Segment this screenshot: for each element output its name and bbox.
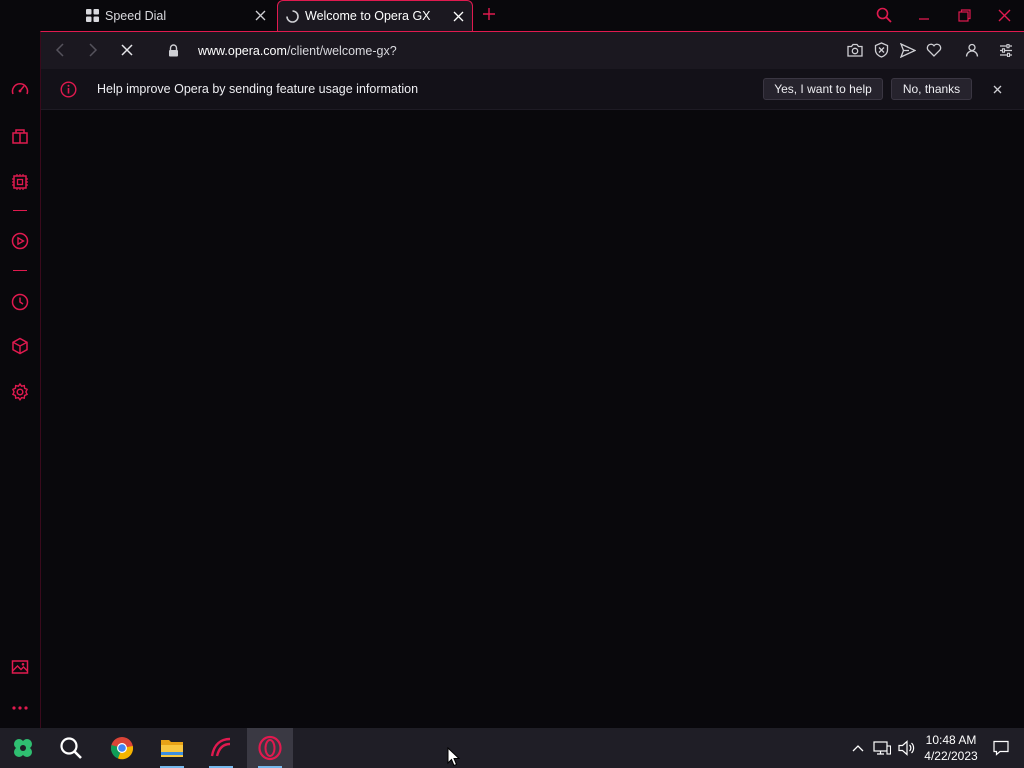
speed-dial-grid-icon [85, 9, 99, 23]
action-center-notification-icon[interactable] [992, 739, 1010, 757]
clock-date: 4/22/2023 [924, 749, 978, 763]
search-icon[interactable] [48, 728, 94, 768]
feature-usage-infobar: Help improve Opera by sending feature us… [41, 69, 1024, 110]
more-dots-icon[interactable] [8, 696, 32, 720]
profile-icon[interactable] [963, 41, 981, 59]
settings-gear-icon[interactable] [8, 380, 32, 404]
close-tab-icon[interactable] [252, 8, 268, 24]
lock-icon[interactable] [166, 44, 180, 58]
forward-icon[interactable] [83, 40, 103, 60]
file-explorer-icon[interactable] [149, 728, 195, 768]
url-path: /client/welcome-gx? [286, 43, 397, 58]
opera-gx-icon[interactable] [247, 728, 293, 768]
sidebar-divider [13, 270, 27, 271]
start-icon[interactable] [0, 728, 46, 768]
stop-loading-icon[interactable] [117, 40, 137, 60]
screen: Speed Dial Welcome to Opera GX www.opera… [0, 0, 1024, 768]
tab-strip: Speed Dial Welcome to Opera GX [0, 0, 1024, 31]
tab-speed-dial[interactable]: Speed Dial [78, 0, 274, 31]
minimize-icon[interactable] [913, 4, 935, 26]
camera-snapshot-icon[interactable] [846, 41, 864, 59]
clock-time: 10:48 AM [925, 733, 977, 747]
bookmark-heart-icon[interactable] [925, 41, 943, 59]
easy-setup-sliders-icon[interactable] [997, 41, 1015, 59]
infobar-message: Help improve Opera by sending feature us… [97, 82, 419, 96]
tab-welcome-opera-gx[interactable]: Welcome to Opera GX [277, 0, 473, 31]
page-content-area[interactable] [41, 111, 1024, 729]
gx-corner-icon[interactable] [198, 728, 244, 768]
back-icon[interactable] [50, 40, 70, 60]
new-tab-plus-icon[interactable] [480, 5, 498, 23]
player-icon[interactable] [8, 229, 32, 253]
chrome-icon[interactable] [99, 728, 145, 768]
restore-icon[interactable] [953, 4, 975, 26]
url-text: www.opera.com/client/welcome-gx? [198, 44, 397, 58]
snapshot-gallery-icon[interactable] [8, 655, 32, 679]
gx-store-icon[interactable] [8, 124, 32, 148]
tab-search-icon[interactable] [873, 4, 895, 26]
network-icon[interactable] [873, 739, 891, 757]
mouse-cursor-icon [447, 747, 460, 767]
gx-sidebar [0, 0, 40, 728]
tab-title: Welcome to Opera GX [305, 9, 431, 23]
gx-cpu-icon[interactable] [8, 170, 32, 194]
gx-control-icon[interactable] [8, 78, 32, 102]
address-bar[interactable]: www.opera.com/client/welcome-gx? [166, 32, 397, 69]
no-thanks-button[interactable]: No, thanks [891, 78, 972, 100]
accept-help-button[interactable]: Yes, I want to help [763, 78, 883, 100]
system-clock[interactable]: 10:48 AM 4/22/2023 [920, 732, 982, 764]
url-host: www.opera.com [198, 43, 287, 58]
ad-blocker-shield-icon[interactable] [872, 41, 890, 59]
send-share-icon[interactable] [899, 41, 917, 59]
loading-spinner-icon [285, 9, 299, 23]
close-infobar-icon[interactable] [990, 82, 1004, 96]
sidebar-divider [13, 210, 27, 211]
close-window-icon[interactable] [993, 4, 1015, 26]
history-icon[interactable] [8, 290, 32, 314]
browser-frame: www.opera.com/client/welcome-gx? Help im… [40, 31, 1024, 729]
tab-title: Speed Dial [105, 8, 167, 23]
show-hidden-icons-chevron-icon[interactable] [849, 739, 867, 757]
extensions-cube-icon[interactable] [8, 334, 32, 358]
info-icon [60, 81, 77, 98]
volume-icon[interactable] [898, 739, 916, 757]
close-tab-icon[interactable] [450, 8, 466, 24]
address-toolbar: www.opera.com/client/welcome-gx? [41, 32, 1024, 69]
windows-taskbar: 10:48 AM 4/22/2023 [0, 728, 1024, 768]
